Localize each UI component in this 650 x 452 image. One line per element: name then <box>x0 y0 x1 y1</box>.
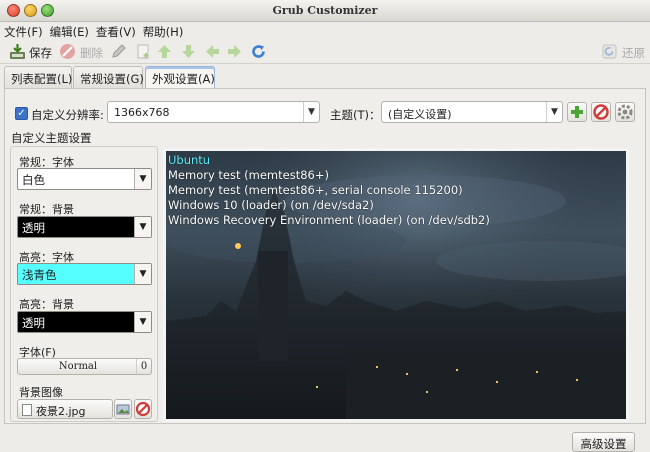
open-image-button[interactable] <box>114 399 132 419</box>
revert-button[interactable]: 还原 <box>622 45 645 61</box>
move-left-icon[interactable] <box>204 43 221 60</box>
menu-file[interactable]: 文件(F) <box>0 22 46 40</box>
tab-list-config[interactable]: 列表配置(L) <box>4 66 72 88</box>
menu-view[interactable]: 查看(V) <box>92 22 139 40</box>
resolution-value: 1366x768 <box>114 106 170 119</box>
bg-image-file-button[interactable]: 夜景2.jpg <box>17 399 113 419</box>
theme-value: (自定义设置) <box>388 108 452 121</box>
chevron-down-icon: ▼ <box>546 102 562 122</box>
boot-entry: Memory test (memtest86+, serial console … <box>168 183 463 197</box>
tab-general-settings[interactable]: 常规设置(G) <box>73 66 144 88</box>
bg-image-label: 背景图像 <box>19 386 63 399</box>
highlight-bg-label: 高亮：背景 <box>19 298 74 311</box>
save-button[interactable]: 保存 <box>29 45 52 61</box>
font-chooser-button[interactable]: Normal 0 <box>17 358 152 375</box>
theme-label: 主题(T)： <box>330 108 381 122</box>
advanced-settings-button[interactable]: 高级设置 <box>572 432 635 452</box>
revert-icon[interactable] <box>601 43 618 60</box>
resolution-combo[interactable]: 1366x768 ▼ <box>107 101 320 123</box>
normal-bg-label: 常规：背景 <box>19 203 74 216</box>
app-window: Grub Customizer 文件(F) 编辑(E) 查看(V) 帮助(H) 保存 … <box>0 0 650 452</box>
font-name: Normal <box>58 361 98 372</box>
highlight-bg-color-combo[interactable]: 透明 ▼ <box>17 311 152 333</box>
highlight-font-color-value: 浅青色 <box>22 268 57 282</box>
remove-icon <box>135 401 151 417</box>
boot-menu-preview: Ubuntu Memory test (memtest86+) Memory t… <box>163 148 629 422</box>
delete-icon[interactable] <box>59 43 76 60</box>
save-icon[interactable] <box>9 43 26 60</box>
move-down-icon[interactable] <box>180 43 197 60</box>
edit-icon[interactable] <box>110 43 127 60</box>
boot-entry-selected: Ubuntu <box>168 153 211 167</box>
remove-icon <box>593 104 609 120</box>
toolbar: 保存 删除 还原 <box>0 40 650 64</box>
move-right-icon[interactable] <box>226 43 243 60</box>
gear-icon <box>617 104 633 120</box>
window-title: Grub Customizer <box>272 4 378 17</box>
refresh-icon[interactable] <box>250 43 267 60</box>
normal-font-color-value: 白色 <box>22 173 45 187</box>
normal-bg-color-combo[interactable]: 透明 ▼ <box>17 216 152 238</box>
tab-appearance-settings[interactable]: 外观设置(A) <box>145 66 215 88</box>
theme-options-button[interactable] <box>615 102 635 122</box>
remove-theme-button[interactable] <box>591 102 611 122</box>
title-bar[interactable]: Grub Customizer <box>0 0 650 22</box>
plus-icon <box>571 106 583 118</box>
highlight-font-color-combo[interactable]: 浅青色 ▼ <box>17 263 152 285</box>
normal-bg-color-value: 透明 <box>22 221 45 235</box>
file-icon <box>22 404 32 416</box>
boot-entry: Windows 10 (loader) (on /dev/sda2) <box>168 198 374 212</box>
font-size: 0 <box>136 359 151 374</box>
move-up-icon[interactable] <box>156 43 173 60</box>
delete-button[interactable]: 删除 <box>80 45 103 61</box>
theme-combo[interactable]: (自定义设置) ▼ <box>381 101 563 123</box>
menu-bar: 文件(F) 编辑(E) 查看(V) 帮助(H) <box>0 22 650 40</box>
new-entry-icon[interactable] <box>135 43 152 60</box>
chevron-down-icon: ▼ <box>303 102 319 122</box>
normal-font-color-combo[interactable]: 白色 ▼ <box>17 168 152 190</box>
boot-entry: Windows Recovery Environment (loader) (o… <box>168 213 490 227</box>
menu-edit[interactable]: 编辑(E) <box>46 22 92 40</box>
add-theme-button[interactable] <box>567 102 587 122</box>
highlight-bg-color-value: 透明 <box>22 316 45 330</box>
menu-help[interactable]: 帮助(H) <box>139 22 187 40</box>
chevron-down-icon: ▼ <box>134 264 151 284</box>
remove-image-button[interactable] <box>134 399 152 419</box>
bg-image-filename: 夜景2.jpg <box>36 405 86 418</box>
chevron-down-icon: ▼ <box>134 312 151 332</box>
boot-entry: Memory test (memtest86+) <box>168 168 329 182</box>
custom-theme-group-title: 自定义主题设置 <box>11 131 92 145</box>
chevron-down-icon: ▼ <box>134 169 151 189</box>
custom-resolution-checkbox[interactable]: ✓ <box>15 107 28 120</box>
custom-resolution-label: 自定义分辨率: <box>31 108 104 122</box>
chevron-down-icon: ▼ <box>134 217 151 237</box>
image-icon <box>116 404 130 415</box>
